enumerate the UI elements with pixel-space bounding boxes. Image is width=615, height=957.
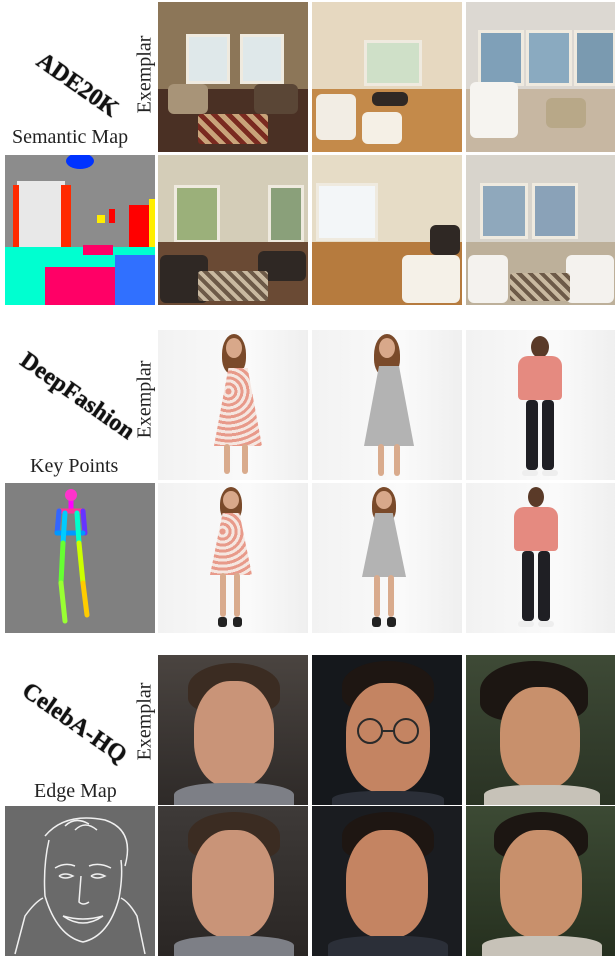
output-image-room-1 bbox=[158, 155, 308, 305]
output-image-face-3 bbox=[466, 806, 615, 956]
output-image-fashion-floral-dress bbox=[158, 483, 308, 633]
exemplar-image-room-1 bbox=[158, 2, 308, 152]
exemplar-image-face-3 bbox=[466, 655, 615, 805]
output-image-fashion-grey-dress bbox=[312, 483, 462, 633]
panel-celeba-hq: CelebA-HQ Exemplar Edge Map bbox=[0, 650, 615, 957]
exemplar-image-room-3 bbox=[466, 2, 615, 152]
dataset-title-celeba-hq: CelebA-HQ bbox=[17, 677, 132, 769]
exemplar-image-room-2 bbox=[312, 2, 462, 152]
condition-label-key-points: Key Points bbox=[30, 455, 119, 477]
exemplar-image-face-1 bbox=[158, 655, 308, 805]
output-image-room-3 bbox=[466, 155, 615, 305]
semantic-map-image bbox=[5, 155, 155, 305]
exemplar-label: Exemplar bbox=[133, 682, 156, 761]
exemplar-image-fashion-grey-dress bbox=[312, 330, 462, 480]
dataset-title-deepfashion: DeepFashion bbox=[15, 347, 140, 445]
panel-ade20k: ADE20K Exemplar Semantic Map bbox=[0, 0, 615, 310]
condition-label-edge-map: Edge Map bbox=[34, 780, 117, 802]
output-image-room-2 bbox=[312, 155, 462, 305]
exemplar-label: Exemplar bbox=[133, 35, 156, 114]
output-image-face-1 bbox=[158, 806, 308, 956]
panel-deepfashion: DeepFashion Exemplar Key Points bbox=[0, 325, 615, 635]
exemplar-image-face-2 bbox=[312, 655, 462, 805]
key-points-pose-image bbox=[5, 483, 155, 633]
exemplar-label: Exemplar bbox=[133, 360, 156, 439]
exemplar-image-fashion-man bbox=[466, 330, 615, 480]
edge-map-image bbox=[5, 806, 155, 956]
output-image-fashion-man bbox=[466, 483, 615, 633]
condition-label-semantic-map: Semantic Map bbox=[12, 126, 129, 148]
dataset-title-ade20k: ADE20K bbox=[31, 47, 123, 123]
exemplar-image-fashion-floral-dress bbox=[158, 330, 308, 480]
output-image-face-2 bbox=[312, 806, 462, 956]
